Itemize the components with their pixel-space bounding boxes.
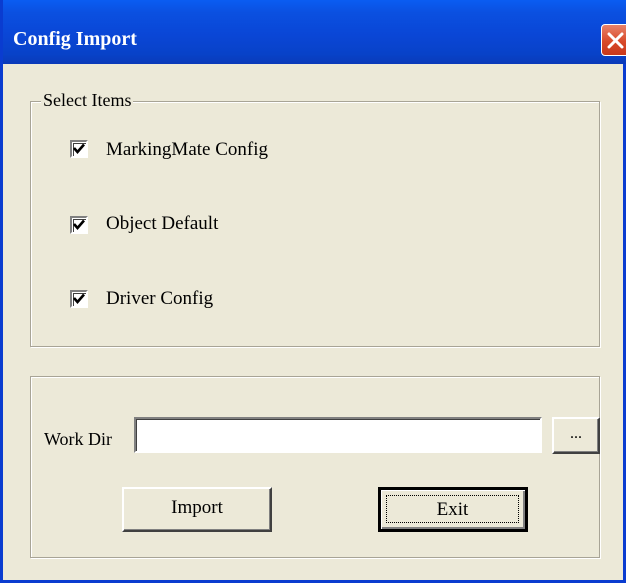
window-title: Config Import bbox=[13, 28, 137, 50]
work-dir-label: Work Dir bbox=[44, 429, 113, 449]
config-import-dialog: Config Import Select Items MarkingMate C… bbox=[0, 0, 626, 583]
work-dir-input[interactable] bbox=[134, 417, 542, 453]
checkmark-icon bbox=[73, 143, 85, 154]
checkmark-icon bbox=[73, 293, 85, 304]
title-bar[interactable]: Config Import bbox=[3, 0, 626, 64]
browse-button[interactable]: ... bbox=[552, 417, 600, 454]
exit-button[interactable]: Exit bbox=[378, 487, 528, 532]
driver-config-label[interactable]: Driver Config bbox=[106, 287, 213, 311]
select-items-legend: Select Items bbox=[41, 88, 134, 112]
driver-config-checkbox[interactable] bbox=[70, 290, 92, 312]
close-icon bbox=[607, 32, 624, 49]
import-button[interactable]: Import bbox=[122, 487, 272, 532]
object-default-checkbox[interactable] bbox=[70, 216, 92, 238]
markingmate-config-checkbox[interactable] bbox=[70, 140, 92, 162]
object-default-label[interactable]: Object Default bbox=[106, 212, 218, 236]
exit-button-label: Exit bbox=[386, 495, 519, 523]
checkmark-icon bbox=[73, 219, 85, 230]
close-button[interactable] bbox=[601, 24, 626, 56]
markingmate-config-label[interactable]: MarkingMate Config bbox=[106, 138, 268, 162]
